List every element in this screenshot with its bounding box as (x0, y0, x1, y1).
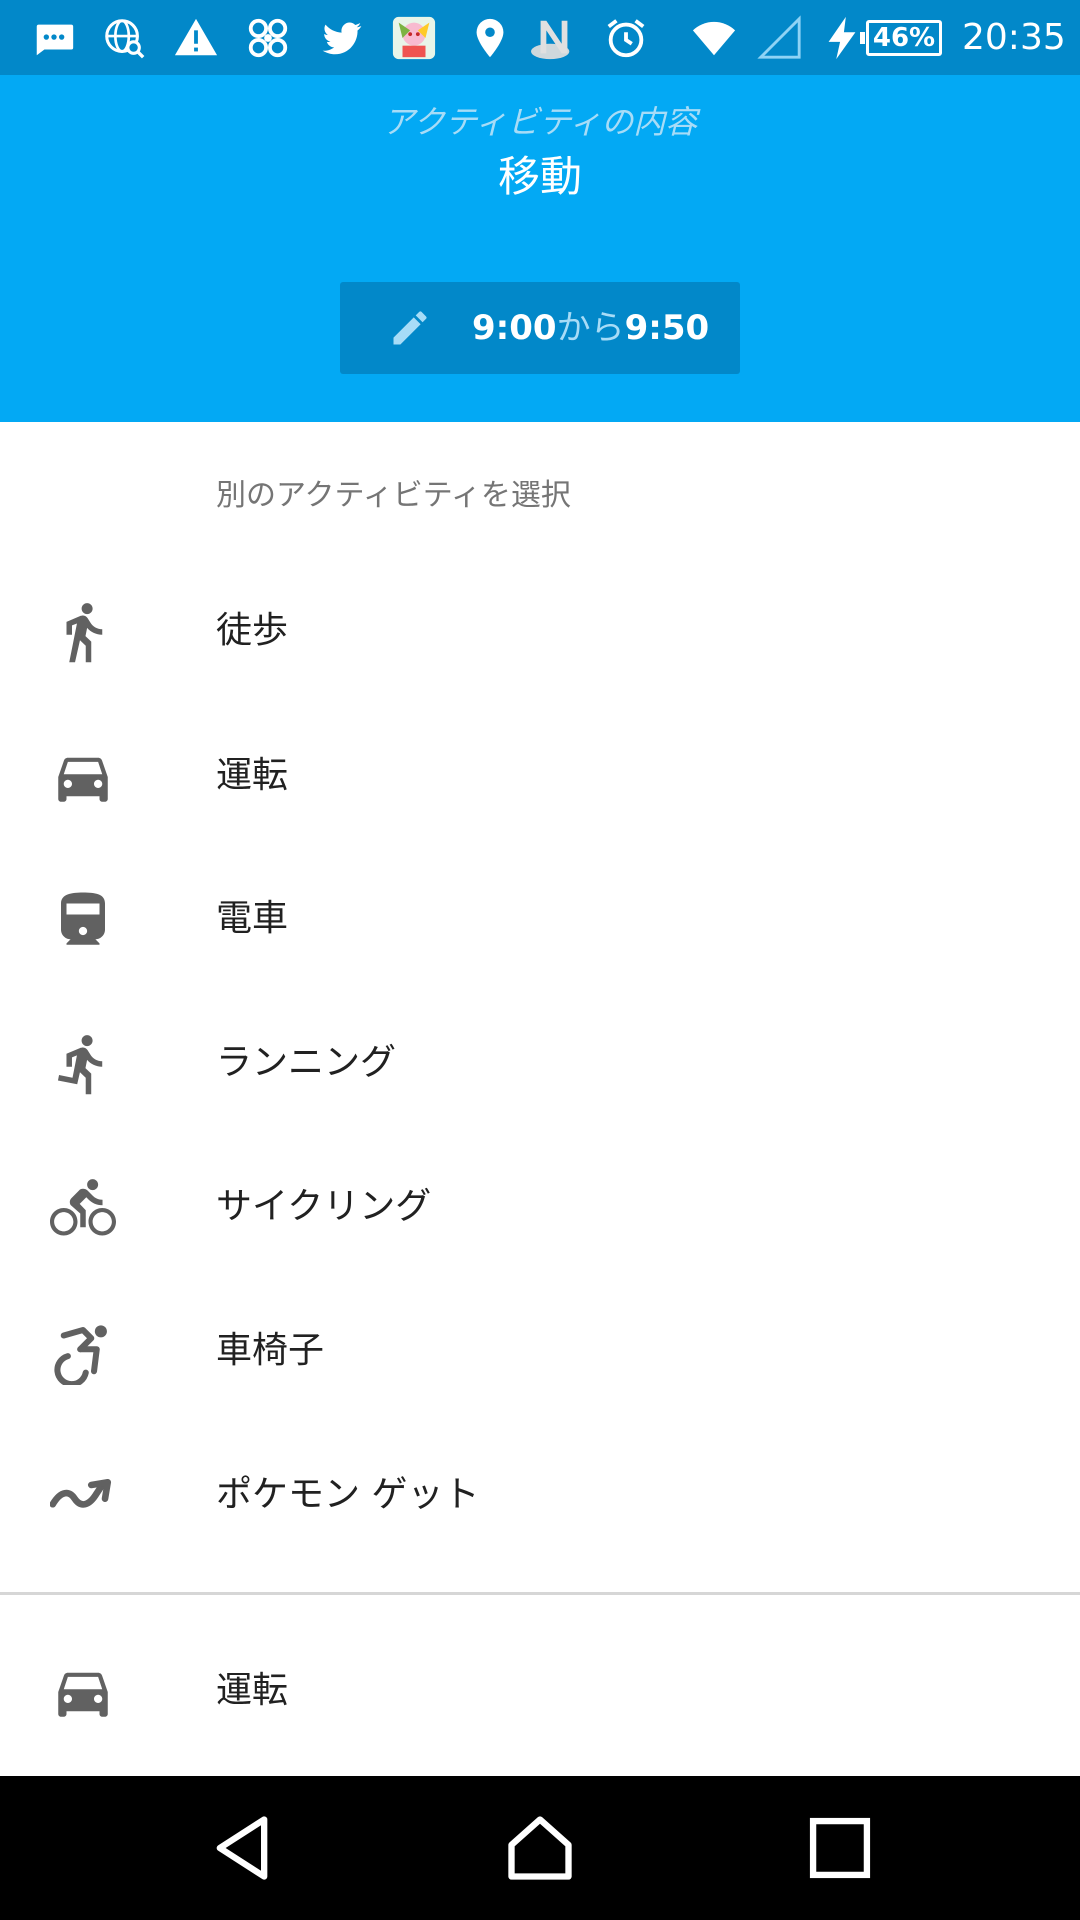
list-item-current-driving[interactable]: 運転 (0, 1631, 1080, 1751)
wifi-icon (690, 14, 738, 62)
train-icon (50, 887, 116, 953)
list-item-driving[interactable]: 運転 (0, 716, 1080, 836)
running-icon (50, 1031, 116, 1097)
list-item-label: ポケモン ゲット (216, 1474, 480, 1515)
divider (0, 1592, 1080, 1595)
section-label: 別のアクティビティを選択 (216, 478, 571, 513)
recents-icon (809, 1817, 871, 1879)
list-item-label: ランニング (216, 1042, 397, 1083)
charging-icon (818, 14, 866, 62)
home-icon (508, 1816, 572, 1880)
game-app-icon (390, 14, 438, 62)
list-item-cycling[interactable]: サイクリング (0, 1147, 1080, 1267)
back-icon (216, 1816, 268, 1880)
bicycle-icon (50, 1175, 116, 1241)
trending-icon (49, 1463, 116, 1529)
status-bar: 46% 20:35 (0, 0, 1080, 75)
time-range: 9:00から9:50 (472, 282, 709, 374)
messages-icon (30, 14, 78, 62)
list-item-wheelchair[interactable]: 車椅子 (0, 1291, 1080, 1411)
pencil-icon (393, 311, 427, 345)
car-icon (50, 744, 116, 810)
activity-header: アクティビティの内容 移動 9:00から9:50 (0, 75, 1080, 422)
time-end: 9:50 (624, 308, 710, 348)
list-item-label: 徒歩 (216, 610, 289, 651)
battery-level: 46% (860, 20, 942, 56)
list-item-label: 電車 (216, 898, 289, 939)
list-item-label: 車椅子 (216, 1330, 325, 1371)
recents-button[interactable] (802, 1810, 878, 1886)
header-subtitle: アクティビティの内容 (382, 103, 698, 141)
fan-icon (244, 14, 292, 62)
wheelchair-icon (50, 1319, 116, 1388)
list-item-label: 運転 (216, 755, 289, 796)
list-item-label: 運転 (216, 1670, 289, 1711)
location-pin-icon (466, 14, 514, 62)
list-item-walking[interactable]: 徒歩 (0, 571, 1080, 691)
globe-search-icon (100, 14, 148, 62)
list-item-train[interactable]: 電車 (0, 859, 1080, 979)
list-item-label: サイクリング (216, 1186, 432, 1227)
time-separator: から (556, 308, 625, 348)
warning-icon (172, 14, 220, 62)
car-icon (50, 1659, 116, 1725)
status-time: 20:35 (962, 17, 1066, 58)
time-start: 9:00 (472, 308, 557, 348)
navigation-bar (0, 1776, 1080, 1920)
edit-time-button[interactable]: 9:00から9:50 (340, 282, 740, 374)
header-title: 移動 (497, 152, 582, 201)
home-button[interactable] (502, 1810, 578, 1886)
signal-icon (756, 14, 804, 62)
alarm-icon (602, 14, 650, 62)
nfc-icon (530, 14, 578, 62)
list-item-pokemon-get[interactable]: ポケモン ゲット (0, 1435, 1080, 1555)
walking-icon (50, 599, 116, 665)
twitter-icon (318, 14, 366, 62)
list-item-running[interactable]: ランニング (0, 1003, 1080, 1123)
back-button[interactable] (204, 1810, 280, 1886)
